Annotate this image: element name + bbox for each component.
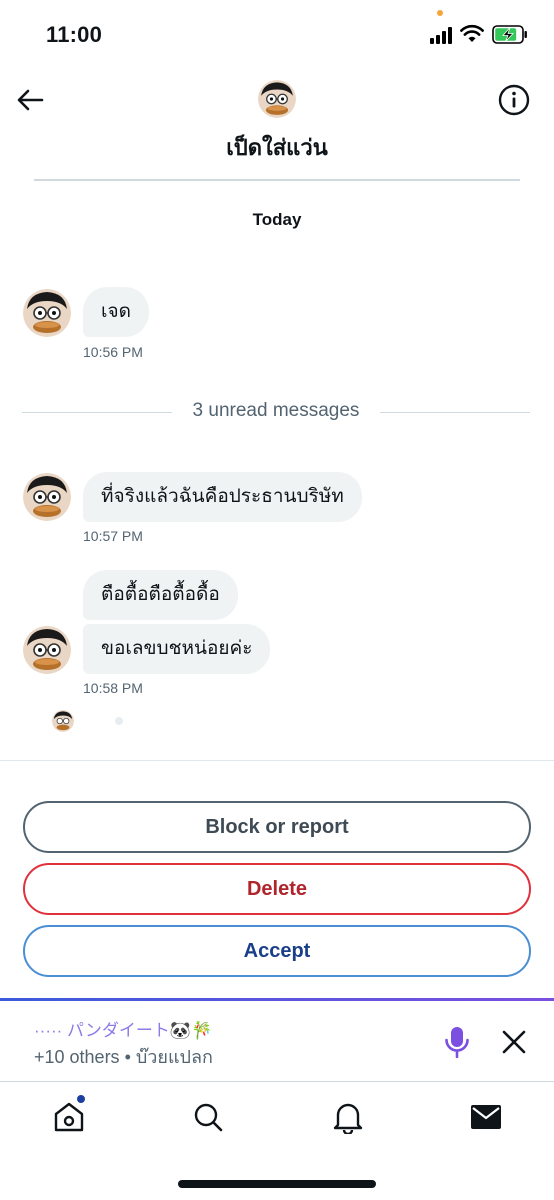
messages-icon xyxy=(471,1105,501,1129)
sender-avatar[interactable] xyxy=(23,289,71,337)
battery-charging-icon xyxy=(492,25,527,44)
conversation-header: เป็ดใส่แว่น xyxy=(0,66,554,182)
sender-avatar[interactable] xyxy=(23,626,71,674)
cellular-signal-icon xyxy=(430,26,456,44)
contact-name[interactable]: เป็ดใส่แว่น xyxy=(0,130,554,165)
duck-glasses-avatar-icon xyxy=(52,710,74,732)
status-time: 11:00 xyxy=(46,22,103,47)
conversation-info-button[interactable] xyxy=(498,84,530,116)
spaces-host-line: ····· パンダイート🐼🎋 xyxy=(34,1021,213,1040)
seen-by-avatar xyxy=(52,710,74,732)
tab-messages[interactable] xyxy=(466,1097,506,1137)
unread-count-label: 3 unread messages xyxy=(192,400,360,421)
contact-avatar[interactable] xyxy=(258,80,296,118)
header-divider xyxy=(34,179,520,181)
duck-glasses-avatar-icon xyxy=(23,626,71,674)
close-spaces-button[interactable] xyxy=(500,1028,528,1056)
tab-search[interactable] xyxy=(188,1097,228,1137)
delete-button[interactable]: Delete xyxy=(23,863,531,915)
tab-notifications[interactable] xyxy=(328,1097,368,1137)
close-icon xyxy=(502,1030,526,1054)
message-timestamp: 10:56 PM xyxy=(83,344,143,360)
wifi-icon xyxy=(460,24,484,42)
accept-button[interactable]: Accept xyxy=(23,925,531,977)
message-bubble[interactable]: เจด xyxy=(83,287,149,337)
dm-conversation-screen: 11:00 เป็ดใส่แว่น Today เจด 10:56 PM 3 u… xyxy=(0,0,554,1200)
new-posts-indicator-dot xyxy=(76,1094,86,1104)
info-circle-icon xyxy=(498,84,530,116)
search-icon xyxy=(194,1103,223,1132)
request-divider xyxy=(0,760,554,761)
message-bubble[interactable]: ที่จริงแล้วฉันคือประธานบริษัท xyxy=(83,472,362,522)
arrow-left-icon xyxy=(17,89,44,111)
duck-glasses-avatar-icon xyxy=(23,473,71,521)
duck-glasses-avatar-icon xyxy=(258,80,296,118)
message-timestamp: 10:57 PM xyxy=(83,528,143,544)
sender-avatar[interactable] xyxy=(23,473,71,521)
unread-separator: 3 unread messages xyxy=(22,398,530,426)
date-separator: Today xyxy=(252,210,302,229)
home-indicator[interactable] xyxy=(178,1180,376,1188)
message-bubble[interactable]: ขอเลขบชหน่อยค่ะ xyxy=(83,624,271,674)
microphone-icon xyxy=(445,1027,469,1059)
spaces-mini-player[interactable]: ····· パンダイート🐼🎋 +10 others • บ๊วยแปลก xyxy=(0,998,554,1082)
message-bubble[interactable]: ตือตื้อตือตื้อดื้อ xyxy=(83,570,238,620)
spaces-accent-bar xyxy=(0,998,554,1001)
privacy-indicator-dot xyxy=(437,10,443,16)
message-timestamp: 10:58 PM xyxy=(83,680,143,696)
mic-button[interactable] xyxy=(444,1026,470,1059)
notifications-icon xyxy=(333,1103,363,1134)
duck-glasses-avatar-icon xyxy=(23,289,71,337)
typing-indicator-dot xyxy=(115,717,123,725)
status-bar: 11:00 xyxy=(0,0,554,66)
spaces-listeners-line: +10 others • บ๊วยแปลก xyxy=(34,1047,213,1067)
block-or-report-button[interactable]: Block or report xyxy=(23,801,531,853)
home-icon xyxy=(54,1102,84,1132)
back-button[interactable] xyxy=(14,84,46,116)
